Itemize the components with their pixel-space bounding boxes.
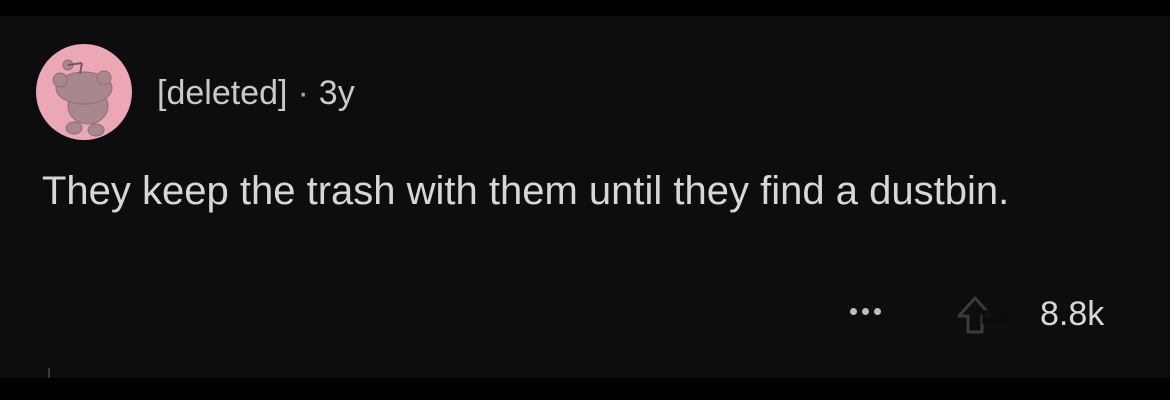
more-dot [874, 308, 881, 315]
comment-meta: [deleted] · 3y [157, 74, 355, 113]
meta-separator: · [297, 74, 309, 112]
snoo-avatar-graphic [52, 59, 113, 137]
comment-body: They keep the trash with them until they… [42, 169, 1010, 213]
thread-line[interactable] [48, 368, 50, 378]
snoo-avatar-icon[interactable] [36, 44, 132, 140]
comment-age: 3y [318, 74, 355, 112]
more-options-icon[interactable] [850, 308, 881, 315]
vote-count: 8.8k [1040, 295, 1105, 333]
upvote-arrow-icon[interactable] [955, 296, 1015, 336]
more-dot [862, 308, 869, 315]
upvote-arrow-graphic [957, 296, 1012, 334]
comment-card: [deleted] · 3y They keep the trash with th… [0, 16, 1170, 378]
author-name[interactable]: [deleted] [157, 74, 287, 112]
more-dot [850, 308, 857, 315]
